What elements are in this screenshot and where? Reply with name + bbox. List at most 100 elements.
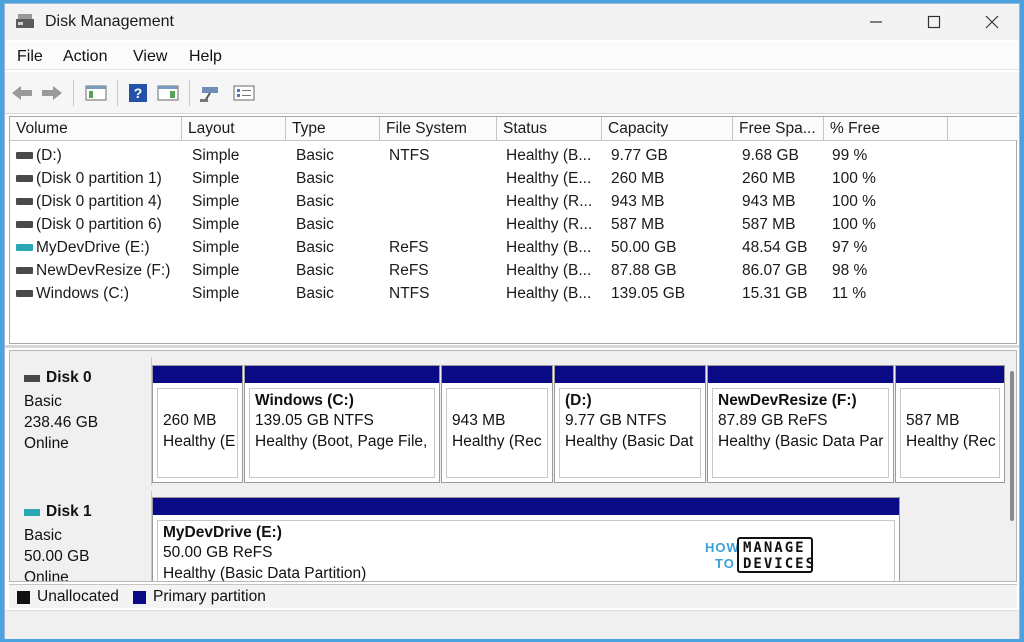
- partition-title: Windows (C:): [255, 392, 354, 409]
- percent-free-cell: 99 %: [832, 147, 868, 164]
- table-row[interactable]: MyDevDrive (E:) Simple Basic ReFS Health…: [10, 237, 1016, 260]
- back-button[interactable]: [9, 81, 35, 105]
- legend-unallocated: Unallocated: [37, 588, 119, 605]
- menu-help[interactable]: Help: [189, 48, 222, 66]
- type-cell: Basic: [296, 216, 334, 233]
- type-cell: Basic: [296, 239, 334, 256]
- partition-bar: [245, 366, 439, 383]
- pane-splitter[interactable]: [5, 345, 1019, 348]
- free-space-cell: 15.31 GB: [742, 285, 808, 302]
- table-row[interactable]: Windows (C:) Simple Basic NTFS Healthy (…: [10, 283, 1016, 306]
- forward-button[interactable]: [39, 81, 65, 105]
- table-row[interactable]: (D:) Simple Basic NTFS Healthy (B... 9.7…: [10, 145, 1016, 168]
- volume-cell: (D:): [36, 147, 62, 164]
- layout-cell: Simple: [192, 285, 240, 302]
- table-row[interactable]: (Disk 0 partition 4) Simple Basic Health…: [10, 191, 1016, 214]
- capacity-cell: 87.88 GB: [611, 262, 677, 279]
- layout-cell: Simple: [192, 239, 240, 256]
- partition-size: 587 MB: [906, 412, 960, 429]
- capacity-cell: 260 MB: [611, 170, 665, 187]
- partition-disk0-1[interactable]: 260 MB Healthy (E: [152, 365, 243, 483]
- percent-free-cell: 100 %: [832, 216, 876, 233]
- table-row[interactable]: (Disk 0 partition 6) Simple Basic Health…: [10, 214, 1016, 237]
- drive-icon: [16, 290, 33, 297]
- column-header-type[interactable]: Type: [286, 117, 380, 141]
- layout-cell: Simple: [192, 170, 240, 187]
- column-header-percent-free[interactable]: % Free: [824, 117, 948, 141]
- partition-windows-c[interactable]: Windows (C:) 139.05 GB NTFS Healthy (Boo…: [244, 365, 440, 483]
- show-hide-console-tree-button[interactable]: [83, 81, 109, 105]
- close-button[interactable]: [963, 4, 1021, 40]
- partition-newdevresize-f[interactable]: NewDevResize (F:) 87.89 GB ReFS Healthy …: [707, 365, 894, 483]
- partition-bar: [555, 366, 705, 383]
- partition-status: Healthy (Basic Dat: [565, 433, 694, 450]
- volume-cell: (Disk 0 partition 6): [36, 216, 162, 233]
- partition-size: 87.89 GB ReFS: [718, 412, 828, 429]
- help-button[interactable]: ?: [125, 81, 151, 105]
- column-header-status[interactable]: Status: [497, 117, 602, 141]
- status-cell: Healthy (E...: [506, 170, 592, 187]
- status-cell: Healthy (B...: [506, 285, 592, 302]
- free-space-cell: 48.54 GB: [742, 239, 808, 256]
- type-cell: Basic: [296, 170, 334, 187]
- partition-title: [163, 392, 232, 412]
- type-cell: Basic: [296, 147, 334, 164]
- toolbar-separator: [73, 80, 74, 106]
- disk-pane-scrollbar[interactable]: [1009, 353, 1015, 573]
- column-header-free-space[interactable]: Free Spa...: [733, 117, 824, 141]
- partition-disk0-6[interactable]: 587 MB Healthy (Rec: [895, 365, 1005, 483]
- disk-graphical-view: Disk 0 Basic 238.46 GB Online 260 MB Hea…: [9, 350, 1017, 582]
- partition-bar: [442, 366, 552, 383]
- percent-free-cell: 98 %: [832, 262, 868, 279]
- disk-1-label[interactable]: Disk 1 Basic 50.00 GB Online: [10, 491, 152, 581]
- minimize-button[interactable]: [847, 4, 905, 40]
- menu-view[interactable]: View: [133, 48, 167, 66]
- percent-free-cell: 100 %: [832, 193, 876, 210]
- table-row[interactable]: NewDevResize (F:) Simple Basic ReFS Heal…: [10, 260, 1016, 283]
- disk-0-size: 238.46 GB: [24, 414, 99, 431]
- status-cell: Healthy (B...: [506, 262, 592, 279]
- column-header-file-system[interactable]: File System: [380, 117, 497, 141]
- file-system-cell: NTFS: [389, 285, 430, 302]
- svg-text:?: ?: [134, 85, 143, 101]
- menu-file[interactable]: File: [17, 48, 43, 66]
- capacity-cell: 587 MB: [611, 216, 665, 233]
- partition-title: NewDevResize (F:): [718, 392, 857, 409]
- maximize-button[interactable]: [905, 4, 963, 40]
- forward-arrow-icon: [42, 86, 62, 100]
- column-header-volume[interactable]: Volume: [10, 117, 182, 141]
- column-header-capacity[interactable]: Capacity: [602, 117, 733, 141]
- partition-status: Healthy (Rec: [452, 433, 542, 450]
- scroll-thumb[interactable]: [1010, 371, 1014, 521]
- legend-bar: Unallocated Primary partition: [9, 584, 1017, 608]
- column-header-layout[interactable]: Layout: [182, 117, 286, 141]
- volume-cell: Windows (C:): [36, 285, 130, 302]
- primary-partition-swatch: [133, 591, 146, 604]
- action-pane-icon: [157, 85, 179, 101]
- partition-status: Healthy (Basic Data Par: [718, 433, 884, 450]
- disk-0-label[interactable]: Disk 0 Basic 238.46 GB Online: [10, 357, 152, 485]
- layout-cell: Simple: [192, 147, 240, 164]
- percent-free-cell: 11 %: [832, 285, 867, 302]
- layout-cell: Simple: [192, 193, 240, 210]
- legend-primary-partition: Primary partition: [153, 588, 266, 605]
- drive-icon: [16, 267, 33, 274]
- partition-d[interactable]: (D:) 9.77 GB NTFS Healthy (Basic Dat: [554, 365, 706, 483]
- free-space-cell: 86.07 GB: [742, 262, 808, 279]
- unallocated-swatch: [17, 591, 30, 604]
- properties-button[interactable]: [231, 81, 257, 105]
- capacity-cell: 139.05 GB: [611, 285, 686, 302]
- free-space-cell: 9.68 GB: [742, 147, 799, 164]
- table-row[interactable]: (Disk 0 partition 1) Simple Basic Health…: [10, 168, 1016, 191]
- show-hide-action-pane-button[interactable]: [155, 81, 181, 105]
- partition-size: 260 MB: [163, 412, 217, 429]
- rescan-disks-button[interactable]: [197, 81, 223, 105]
- properties-icon: [233, 85, 255, 101]
- capacity-cell: 943 MB: [611, 193, 665, 210]
- drive-icon: [16, 221, 33, 228]
- partition-disk0-4[interactable]: 943 MB Healthy (Rec: [441, 365, 553, 483]
- menu-action[interactable]: Action: [63, 48, 107, 66]
- how-to-manage-devices-logo: HOW TO MANAGE DEVICES: [705, 537, 815, 575]
- column-header-blank: [948, 117, 1018, 141]
- file-system-cell: ReFS: [389, 262, 429, 279]
